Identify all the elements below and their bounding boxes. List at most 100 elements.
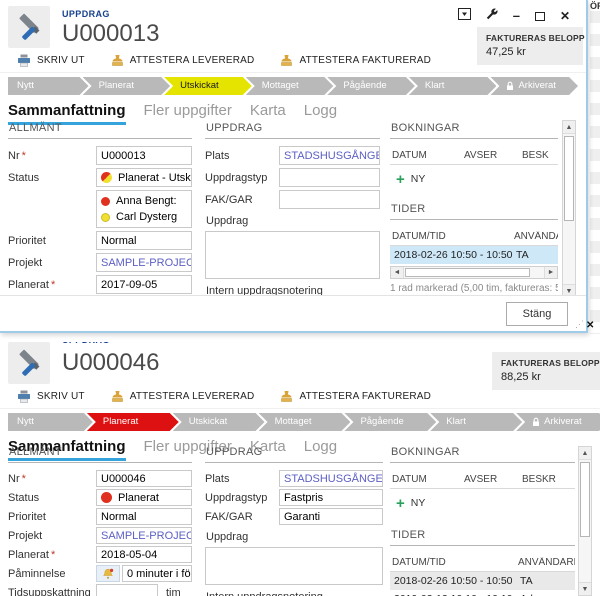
stage-pagaende[interactable]: Pågående bbox=[327, 77, 415, 95]
priority-field[interactable]: Normal bbox=[96, 508, 192, 525]
section-heading: UPPDRAG bbox=[205, 120, 380, 139]
stage-utskickat[interactable]: Utskickat bbox=[173, 413, 265, 431]
popout-icon[interactable] bbox=[457, 7, 471, 25]
assignment-type-field[interactable] bbox=[279, 168, 380, 187]
stage-utskickat-active[interactable]: Utskickat bbox=[164, 77, 252, 95]
section-heading: UPPDRAG bbox=[205, 444, 383, 463]
time-estimate-field[interactable] bbox=[96, 584, 158, 596]
bell-icon bbox=[102, 568, 114, 579]
stamp-icon bbox=[281, 55, 293, 66]
close-icon[interactable]: ✕ bbox=[560, 9, 570, 23]
section-heading: ALLMÄNT bbox=[8, 444, 192, 463]
status-field[interactable]: Planerat bbox=[96, 489, 192, 506]
stamp-icon bbox=[281, 391, 293, 402]
background-content-sliver: ÖF bbox=[590, 0, 600, 334]
assignee-row: Anna Bengt: bbox=[101, 195, 187, 207]
attest-invoiced-button[interactable]: ATTESTERA FAKTURERAD bbox=[280, 54, 431, 67]
task-textarea[interactable] bbox=[205, 231, 380, 279]
section-heading: BOKNINGAR bbox=[390, 444, 575, 463]
status-red-dot-icon bbox=[101, 492, 112, 503]
time-row[interactable]: 2019-03-12 10:10 - 10:10 Adm bbox=[390, 590, 575, 596]
attest-invoiced-button[interactable]: ATTESTERA FAKTURERAD bbox=[280, 390, 431, 403]
nr-field[interactable]: U000046 bbox=[96, 470, 192, 487]
planned-date-field[interactable]: 2018-05-04 bbox=[96, 546, 192, 563]
workflow-stage-bar: Nytt Planerat Utskickat Mottaget Pågåend… bbox=[8, 77, 578, 95]
field-label-planerat: Planerat * bbox=[8, 278, 56, 291]
field-label-projekt: Projekt bbox=[8, 256, 43, 269]
field-label-fakgar: FAK/GAR bbox=[205, 510, 253, 523]
time-row-selected[interactable]: 2018-02-26 10:50 - 10:50 TA bbox=[390, 246, 558, 264]
field-label-uppdrag-text: Uppdrag bbox=[206, 531, 249, 543]
record-type-label-clipped: UPPDRAG bbox=[62, 342, 159, 345]
scrollbar-thumb[interactable] bbox=[580, 462, 590, 537]
attest-delivered-button[interactable]: ATTESTERA LEVERERAD bbox=[111, 390, 255, 403]
stage-nytt[interactable]: Nytt bbox=[8, 77, 89, 95]
scrollbar-thumb[interactable] bbox=[564, 136, 574, 221]
attest-delivered-button[interactable]: ATTESTERA LEVERERAD bbox=[111, 54, 255, 67]
stage-pagaende[interactable]: Pågående bbox=[344, 413, 436, 431]
place-link-field[interactable]: STADSHUSGÅNGEN bbox=[279, 146, 380, 165]
invoiced-amount-value: 88,25 kr bbox=[501, 371, 541, 383]
plus-icon: + bbox=[396, 494, 405, 512]
close-dialog-button[interactable]: Stäng bbox=[506, 302, 568, 326]
print-button[interactable]: SKRIV UT bbox=[17, 54, 85, 67]
stage-planerat-active[interactable]: Planerat bbox=[87, 413, 179, 431]
task-textarea[interactable] bbox=[205, 547, 383, 585]
project-link-field[interactable]: SAMPLE-PROJECT - Exe bbox=[96, 527, 192, 544]
scroll-right-icon[interactable]: ► bbox=[544, 267, 557, 278]
scrollbar-thumb[interactable] bbox=[405, 268, 530, 277]
stage-mottaget[interactable]: Mottaget bbox=[259, 413, 351, 431]
stage-arkiverat[interactable]: Arkiverat bbox=[516, 413, 600, 431]
scroll-up-icon[interactable]: ▲ bbox=[563, 121, 575, 134]
reminder-bell-button[interactable] bbox=[96, 565, 120, 582]
field-label-fakgar: FAK/GAR bbox=[205, 193, 253, 206]
new-booking-button[interactable]: + NY bbox=[396, 494, 575, 512]
invoiced-amount-box: FAKTURERAS BELOPP 47,25 kr bbox=[477, 27, 585, 65]
fakgar-field[interactable] bbox=[279, 190, 380, 209]
window-controls: – ✕ bbox=[457, 7, 570, 25]
print-button[interactable]: SKRIV UT bbox=[17, 390, 85, 403]
invoiced-amount-value: 47,25 kr bbox=[486, 46, 526, 58]
field-label-status: Status bbox=[8, 491, 40, 504]
section-heading: BOKNINGAR bbox=[390, 120, 558, 139]
yellow-dot-icon bbox=[101, 212, 110, 222]
background-close-icon[interactable]: ✕ bbox=[586, 320, 594, 331]
maximize-icon[interactable] bbox=[534, 11, 545, 21]
hammer-icon bbox=[8, 342, 50, 384]
vertical-scrollbar[interactable]: ▲ ▼ bbox=[562, 120, 576, 298]
field-label-uppdragstyp: Uppdragstyp bbox=[205, 171, 268, 184]
stage-mottaget[interactable]: Mottaget bbox=[246, 77, 334, 95]
time-row-selected[interactable]: 2018-02-26 10:50 - 10:50 TA bbox=[390, 572, 575, 590]
status-field[interactable]: Planerat - Utskick bbox=[96, 168, 192, 187]
priority-field[interactable]: Normal bbox=[96, 231, 192, 250]
wrench-icon[interactable] bbox=[486, 7, 498, 25]
assignee-list[interactable]: Anna Bengt: Carl Dysterg bbox=[96, 190, 192, 228]
scroll-down-icon[interactable]: ▼ bbox=[579, 582, 591, 595]
stage-planerat[interactable]: Planerat bbox=[83, 77, 171, 95]
reminder-field[interactable]: 0 minuter i förv bbox=[122, 565, 192, 582]
fakgar-field[interactable]: Garanti bbox=[279, 508, 383, 525]
assignee-row: Carl Dysterg bbox=[101, 211, 187, 223]
field-label-nr: Nr * bbox=[8, 149, 26, 162]
stage-nytt[interactable]: Nytt bbox=[8, 413, 93, 431]
project-link-field[interactable]: SAMPLE-PROJECT - E bbox=[96, 253, 192, 272]
scroll-left-icon[interactable]: ◄ bbox=[391, 267, 404, 278]
horizontal-scrollbar[interactable]: ◄ ► bbox=[390, 266, 558, 279]
section-bokningar-tider: BOKNINGAR DATUM AVSER BESKR + NY TIDER D… bbox=[390, 444, 575, 596]
nr-field[interactable]: U000013 bbox=[96, 146, 192, 165]
field-label-uppdrag-text: Uppdrag bbox=[206, 215, 249, 227]
assignment-type-field[interactable]: Fastpris bbox=[279, 489, 383, 506]
stage-arkiverat[interactable]: Arkiverat bbox=[490, 77, 578, 95]
minimize-icon[interactable]: – bbox=[513, 9, 520, 22]
bookings-table-header: DATUM AVSER BESK bbox=[390, 146, 558, 165]
planned-date-field[interactable]: 2017-09-05 bbox=[96, 275, 192, 294]
stage-klart[interactable]: Klart bbox=[430, 413, 522, 431]
place-link-field[interactable]: STADSHUSGÅNGEN 2 bbox=[279, 470, 383, 487]
invoiced-amount-label: FAKTURERAS BELOPP bbox=[501, 358, 600, 368]
stage-klart[interactable]: Klart bbox=[409, 77, 497, 95]
resize-grip[interactable]: ⋰ bbox=[575, 319, 584, 330]
new-booking-button[interactable]: + NY bbox=[396, 172, 558, 187]
scroll-up-icon[interactable]: ▲ bbox=[579, 447, 591, 460]
vertical-scrollbar[interactable]: ▲ ▼ bbox=[578, 446, 592, 596]
field-label-paminnelse: Påminnelse bbox=[8, 567, 66, 580]
